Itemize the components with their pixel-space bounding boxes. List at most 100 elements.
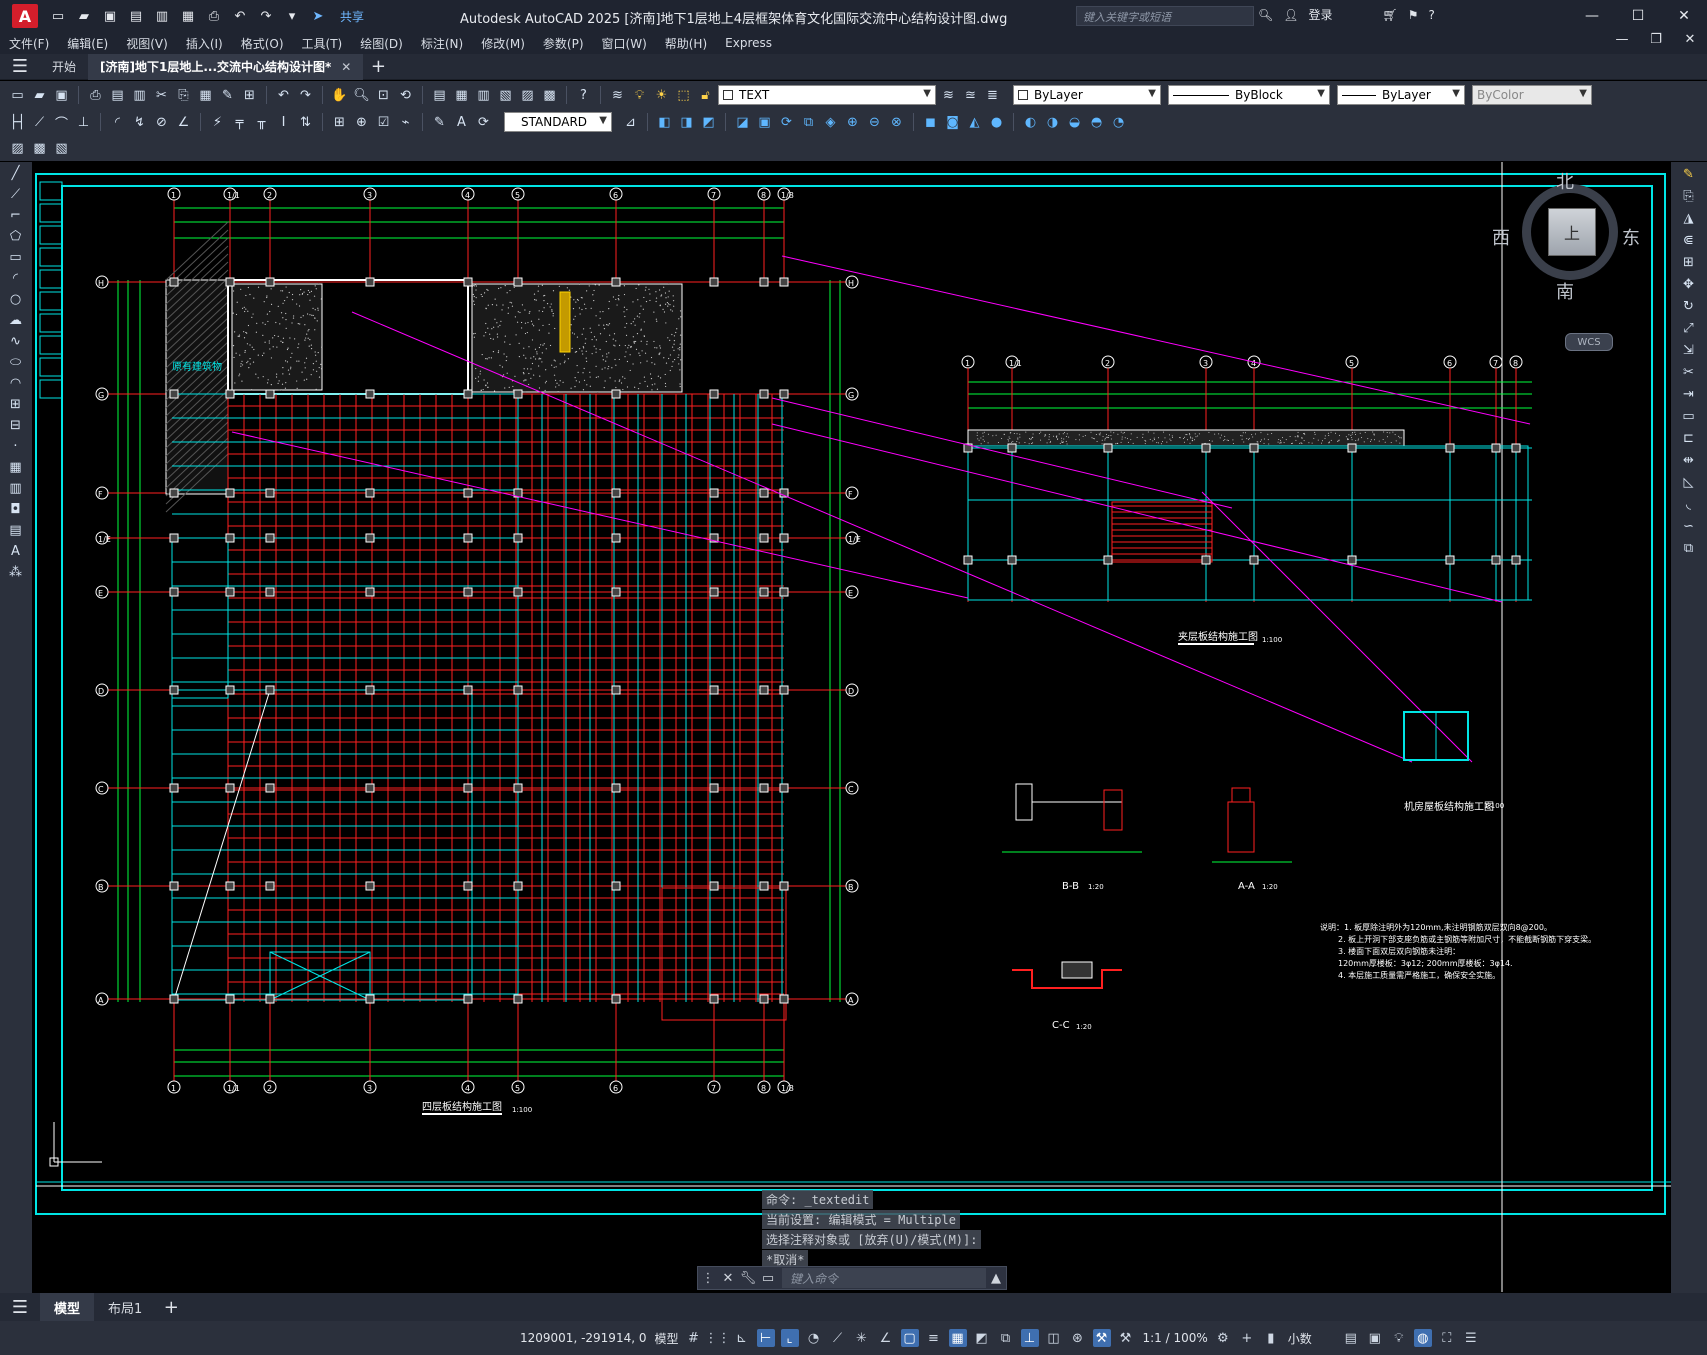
ucs-world-icon[interactable]: ◨: [677, 113, 696, 132]
autocad-logo-icon[interactable]: A: [12, 4, 38, 28]
continue-dim-icon[interactable]: ╥: [252, 113, 271, 132]
offset-icon[interactable]: ⋐: [1679, 231, 1698, 250]
dynamic-input-icon[interactable]: ⊢: [757, 1329, 775, 1347]
linear-dim-icon[interactable]: ├┤: [8, 113, 27, 132]
break-point-icon[interactable]: ▭: [1679, 407, 1698, 426]
pan-icon[interactable]: ✋: [330, 86, 349, 105]
maximize-icon[interactable]: ☐: [1615, 0, 1661, 32]
drawing-canvas[interactable]: 1 1 1/1 1/1 2 2 3 3 4 4 5 5 6 6 7 7 8 8 1/8 1/8 H H G G F F 1/E 1/E…: [32, 162, 1671, 1293]
point-icon[interactable]: ·: [6, 437, 25, 456]
insert-block-icon[interactable]: ⊞: [6, 395, 25, 414]
menu-hamburger-icon[interactable]: ☰: [0, 56, 40, 77]
paste-icon[interactable]: ▦: [196, 86, 215, 105]
tolerance-icon[interactable]: ⊞: [330, 113, 349, 132]
table-icon[interactable]: ▤: [6, 521, 25, 540]
add-layout-button[interactable]: +: [156, 1297, 186, 1318]
menu-item-5[interactable]: 工具(T): [293, 35, 352, 52]
menu-item-12[interactable]: Express: [716, 36, 781, 50]
object-snap-icon[interactable]: ▢: [901, 1329, 919, 1347]
sheet-set-icon[interactable]: ▧: [496, 86, 515, 105]
customize-qa-icon[interactable]: ▾: [282, 6, 302, 26]
tab-start[interactable]: 开始: [40, 54, 88, 80]
workspace-gear-icon[interactable]: ⚙: [1214, 1329, 1232, 1347]
add-selected-icon[interactable]: ⁂: [6, 563, 25, 582]
menu-item-6[interactable]: 绘图(D): [351, 35, 412, 52]
mtext-icon[interactable]: A: [6, 542, 25, 561]
ellipse-icon[interactable]: ⬭: [6, 353, 25, 372]
block-editor-icon[interactable]: ⊞: [240, 86, 259, 105]
annotation-scale[interactable]: 1:1 / 100%: [1143, 1331, 1208, 1345]
viewcube-north[interactable]: 北: [1556, 168, 1574, 194]
share-icon[interactable]: ➤: [308, 6, 328, 26]
viewcube-top-face[interactable]: 上: [1548, 208, 1596, 256]
subtract-icon[interactable]: ⊖: [865, 113, 884, 132]
ucs-icon[interactable]: ◧: [655, 113, 674, 132]
inspect-icon[interactable]: ☑: [374, 113, 393, 132]
print-icon[interactable]: ⎙: [86, 86, 105, 105]
insert-pdf-icon[interactable]: ▧: [52, 139, 71, 158]
diameter-dim-icon[interactable]: ⊘: [152, 113, 171, 132]
menu-item-2[interactable]: 视图(V): [117, 35, 177, 52]
break-icon[interactable]: ⊏: [1679, 429, 1698, 448]
layout-menu-icon[interactable]: ☰: [0, 1297, 40, 1318]
isolate-objects-icon[interactable]: 💡︎: [1390, 1329, 1408, 1347]
slice-icon[interactable]: ◐: [1021, 113, 1040, 132]
open-icon[interactable]: ▰: [30, 86, 49, 105]
menu-item-1[interactable]: 编辑(E): [58, 35, 117, 52]
doc-restore-icon[interactable]: ❐: [1639, 32, 1673, 47]
move-icon[interactable]: ✥: [1679, 275, 1698, 294]
cart-icon[interactable]: 🛒︎: [1382, 8, 1397, 22]
scale-icon[interactable]: ⤢: [1679, 319, 1698, 338]
jogged-linear-icon[interactable]: ⌁: [396, 113, 415, 132]
insert-xref-icon[interactable]: ▩: [30, 139, 49, 158]
rotate-icon[interactable]: ↻: [1679, 297, 1698, 316]
transparency-icon[interactable]: ▦: [949, 1329, 967, 1347]
angle-icon[interactable]: ∠: [877, 1329, 895, 1347]
layer-freeze-icon[interactable]: ☀: [652, 86, 671, 105]
autodesk-app-icon[interactable]: ⚑: [1408, 8, 1419, 22]
insert-image-icon[interactable]: ▨: [8, 139, 27, 158]
layer-previous-icon[interactable]: ≊: [961, 86, 980, 105]
ucs-dynamic-icon[interactable]: ⊥: [1021, 1329, 1039, 1347]
stretch-icon[interactable]: ⇲: [1679, 341, 1698, 360]
sweep-icon[interactable]: ⧉: [799, 113, 818, 132]
lineweight-icon[interactable]: ≡: [925, 1329, 943, 1347]
markup-icon[interactable]: ▨: [518, 86, 537, 105]
units-icon[interactable]: ▮: [1262, 1329, 1280, 1347]
annotation-monitor-icon[interactable]: +: [1238, 1329, 1256, 1347]
dim-space-icon[interactable]: Ⅰ: [274, 113, 293, 132]
help-icon[interactable]: ?: [1428, 8, 1434, 22]
publish-icon[interactable]: ▥: [130, 86, 149, 105]
chamfer-icon[interactable]: ◺: [1679, 473, 1698, 492]
region-icon[interactable]: ◘: [6, 500, 25, 519]
isodraft-icon[interactable]: ⟋: [829, 1329, 847, 1347]
dim-style-combo[interactable]: STANDARD ▼: [504, 112, 612, 132]
viewcube-west[interactable]: 西: [1492, 224, 1510, 250]
save-icon[interactable]: ▣: [52, 86, 71, 105]
angular-dim-icon[interactable]: ∠: [174, 113, 193, 132]
intersect-icon[interactable]: ⊗: [887, 113, 906, 132]
doc-minimize-icon[interactable]: —: [1605, 32, 1639, 47]
grid-icon[interactable]: #: [685, 1329, 703, 1347]
construction-line-icon[interactable]: ⟋: [6, 185, 25, 204]
quick-dim-icon[interactable]: ⚡︎: [208, 113, 227, 132]
color-combo[interactable]: ByLayer ▼: [1013, 85, 1161, 105]
erase-icon[interactable]: ✎: [1679, 165, 1698, 184]
command-line[interactable]: ⋮ ✕ 🔧︎ ▭ 键入命令 ▲: [697, 1266, 1007, 1290]
union-icon[interactable]: ⊕: [843, 113, 862, 132]
undo-icon[interactable]: ↶: [274, 86, 293, 105]
ucs-previous-icon[interactable]: ◩: [699, 113, 718, 132]
ordinate-dim-icon[interactable]: ⊥: [74, 113, 93, 132]
make-current-layer-icon[interactable]: ≋: [939, 86, 958, 105]
infer-icon[interactable]: ⊾: [733, 1329, 751, 1347]
layer-combo[interactable]: TEXT ▼: [718, 85, 936, 105]
layer-viewport-icon[interactable]: ⬚: [674, 86, 693, 105]
center-mark-icon[interactable]: ⊕: [352, 113, 371, 132]
join-icon[interactable]: ⇹: [1679, 451, 1698, 470]
tool-palette-icon[interactable]: ▥: [474, 86, 493, 105]
selection-cycling-icon[interactable]: ◩: [973, 1329, 991, 1347]
match-prop-icon[interactable]: ✎: [218, 86, 237, 105]
tab-drawing[interactable]: [济南]地下1层地上...交流中心结构设计图* ✕: [88, 54, 363, 80]
history-toggle-icon[interactable]: ▲: [986, 1271, 1006, 1286]
cylinder-icon[interactable]: ◙: [943, 113, 962, 132]
